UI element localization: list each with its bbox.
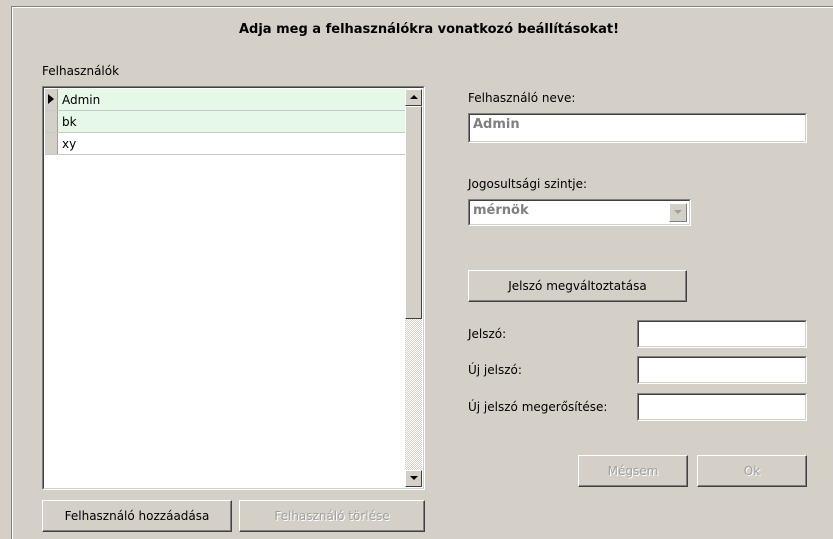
confirm-password-label: Új jelszó megerősítése: bbox=[468, 400, 608, 414]
delete-user-button[interactable]: Felhasználó törlése bbox=[239, 500, 425, 532]
list-item[interactable]: Admin bbox=[45, 89, 405, 111]
username-field[interactable]: Admin bbox=[468, 113, 807, 143]
add-user-button[interactable]: Felhasználó hozzáadása bbox=[42, 500, 232, 532]
users-listbox[interactable]: Admin bk xy bbox=[42, 86, 425, 490]
role-label: Jogosultsági szintje: bbox=[468, 177, 588, 191]
row-indicator bbox=[45, 133, 58, 154]
user-name: bk bbox=[62, 115, 77, 129]
change-password-button[interactable]: Jelszó megváltoztatása bbox=[468, 270, 687, 302]
cancel-button[interactable]: Mégsem bbox=[578, 455, 688, 487]
row-indicator bbox=[45, 111, 58, 132]
new-password-field[interactable] bbox=[637, 356, 807, 384]
scroll-thumb[interactable] bbox=[405, 106, 422, 319]
scroll-up-button[interactable] bbox=[405, 89, 422, 106]
ok-button[interactable]: Ok bbox=[697, 455, 807, 487]
role-select[interactable]: mérnök bbox=[468, 199, 691, 226]
new-password-label: Új jelszó: bbox=[468, 363, 522, 377]
users-scrollbar[interactable] bbox=[405, 89, 422, 487]
role-value: mérnök bbox=[473, 203, 529, 218]
username-value: Admin bbox=[473, 117, 520, 132]
user-name: xy bbox=[62, 137, 77, 151]
row-indicator bbox=[45, 89, 58, 110]
password-label: Jelszó: bbox=[468, 327, 507, 341]
dropdown-button[interactable] bbox=[669, 203, 687, 222]
scroll-down-button[interactable] bbox=[405, 470, 422, 487]
page-title: Adja meg a felhasználókra vonatkozó beál… bbox=[238, 22, 620, 37]
current-row-arrow-icon bbox=[48, 94, 54, 104]
list-item[interactable]: bk bbox=[45, 111, 405, 133]
list-item[interactable]: xy bbox=[45, 133, 405, 155]
username-label: Felhasználó neve: bbox=[468, 91, 576, 105]
user-name: Admin bbox=[62, 93, 101, 107]
arrow-down-icon bbox=[410, 476, 418, 480]
chevron-down-icon bbox=[674, 210, 682, 214]
arrow-up-icon bbox=[410, 95, 418, 99]
users-label: Felhasználók bbox=[42, 64, 120, 78]
confirm-password-field[interactable] bbox=[637, 393, 807, 421]
password-field[interactable] bbox=[637, 320, 807, 348]
